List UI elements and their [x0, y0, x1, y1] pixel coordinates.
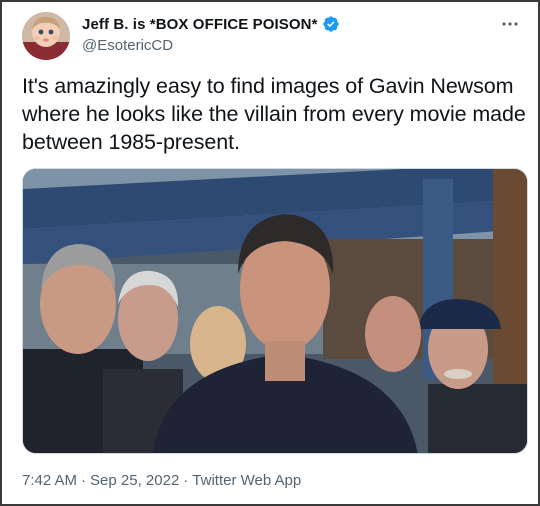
display-name-row: Jeff B. is *BOX OFFICE POISON*	[82, 14, 340, 34]
display-name[interactable]: Jeff B. is *BOX OFFICE POISON*	[82, 16, 318, 33]
tweet-header: Jeff B. is *BOX OFFICE POISON* @Esoteric…	[22, 12, 522, 60]
tweet-source[interactable]: Twitter Web App	[192, 472, 301, 489]
meta-separator: ·	[183, 472, 189, 489]
tweet-time[interactable]: 7:42 AM	[22, 472, 77, 489]
handle[interactable]: @EsotericCD	[82, 37, 340, 54]
meta-separator: ·	[81, 472, 87, 489]
tweet-photo[interactable]	[22, 168, 528, 454]
more-horizontal-icon[interactable]	[498, 14, 522, 34]
tweet-meta: 7:42 AM · Sep 25, 2022 · Twitter Web App	[22, 472, 301, 489]
verified-badge-icon	[322, 15, 340, 33]
tweet-card: Jeff B. is *BOX OFFICE POISON* @Esoteric…	[0, 0, 540, 506]
author-block: Jeff B. is *BOX OFFICE POISON* @Esoteric…	[82, 14, 340, 54]
avatar[interactable]	[22, 12, 70, 60]
tweet-date[interactable]: Sep 25, 2022	[90, 472, 179, 489]
tweet-text: It's amazingly easy to find images of Ga…	[22, 74, 526, 154]
